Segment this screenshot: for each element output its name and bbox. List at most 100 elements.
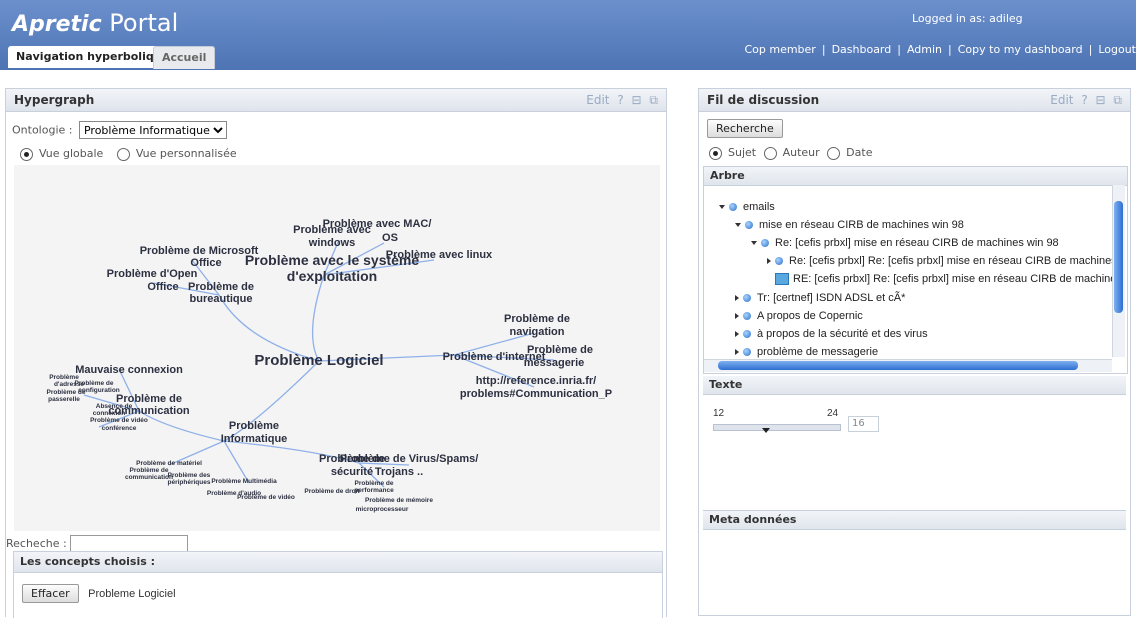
small-node-6[interactable]: passerelle (48, 396, 80, 403)
font-size-slider[interactable] (713, 424, 841, 433)
tree-item[interactable]: problème de messagerie (735, 344, 878, 360)
small-node-11[interactable]: Problème de matériel (136, 460, 202, 467)
link-cop-member[interactable]: Cop member (744, 43, 815, 56)
tab-navigation-hyperbolique[interactable]: Navigation hyperbolique (8, 46, 178, 68)
small-node-23[interactable]: microprocesseur (356, 506, 409, 513)
tree-item[interactable]: Re: [cefis prbxl] Re: [cefis prbxl] mise… (767, 253, 1114, 269)
ontology-row: Ontologie : Problème Informatique (12, 121, 227, 139)
node-navigation-line1[interactable]: Problème de (504, 313, 570, 325)
tree-item[interactable]: Tr: [certnef] ISDN ADSL et cÃ* (735, 290, 905, 306)
link-logout[interactable]: Logout (1098, 43, 1136, 56)
maximize-icon[interactable]: ⧉ (1113, 93, 1122, 107)
node-navigation-line2[interactable]: navigation (509, 326, 564, 338)
small-node-8[interactable]: connexion (93, 410, 126, 417)
small-node-14[interactable]: Problème des (168, 472, 211, 479)
edit-link[interactable]: Edit (586, 93, 609, 107)
node-mauvaise[interactable]: Mauvaise connexion (75, 364, 183, 376)
discussion-title: Fil de discussion (707, 93, 820, 107)
hypergraph-title: Hypergraph (14, 93, 95, 107)
small-node-3[interactable]: Problème de (74, 380, 113, 387)
small-node-5[interactable]: Problème de (46, 389, 85, 396)
node-url-line2[interactable]: problems#Communication_P (460, 388, 612, 400)
node-center[interactable]: Problème Logiciel (254, 352, 383, 369)
hypergraph-header: Hypergraph Edit ? ⊟ ⧉ (6, 89, 666, 112)
node-virus-line1[interactable]: Problème de Virus/Spams/ (340, 453, 479, 465)
small-node-16[interactable]: Problème Multimédia (211, 478, 277, 485)
search-label: Recheche : (6, 537, 67, 550)
node-icon (775, 257, 783, 266)
small-node-18[interactable]: Problème de vidéo (237, 494, 295, 501)
radio-date[interactable] (827, 146, 841, 160)
small-node-7[interactable]: Absence de (96, 403, 133, 410)
link-admin[interactable]: Admin (907, 43, 942, 56)
minimize-icon[interactable]: ⊟ (632, 93, 642, 107)
tree-horizontal-scrollbar[interactable] (704, 359, 1112, 372)
search-button[interactable]: Recherche (707, 119, 783, 138)
hyperbolic-graph[interactable]: Problème Logiciel Problème avec le systè… (14, 165, 660, 531)
clear-button[interactable]: Effacer (22, 584, 79, 603)
node-informatique-line1[interactable]: Problème (229, 420, 279, 432)
radio-global-view[interactable] (20, 147, 33, 161)
radio-auteur-label: Auteur (782, 146, 820, 159)
small-node-13[interactable]: communication (125, 474, 173, 481)
thread-tree[interactable]: emails mise en réseau CIRB de machines w… (703, 199, 1114, 371)
tree-item[interactable]: à propos de la sécurité et des virus (735, 326, 928, 342)
tree-vertical-scrollbar[interactable] (1112, 185, 1125, 357)
radio-sujet[interactable] (709, 146, 722, 160)
small-node-10[interactable]: conférence (102, 425, 137, 432)
edit-link[interactable]: Edit (1050, 93, 1073, 107)
link-dashboard[interactable]: Dashboard (832, 43, 892, 56)
node-messagerie-line1[interactable]: Problème de (527, 344, 593, 356)
tree-item[interactable]: Re: [cefis prbxl] mise en réseau CIRB de… (751, 235, 1059, 251)
node-icon (743, 294, 751, 303)
node-virus-line2[interactable]: Trojans .. (375, 466, 423, 478)
node-bureautique-line1[interactable]: Problème de (188, 281, 254, 293)
node-securite-line2[interactable]: sécurité (331, 466, 373, 478)
node-bureautique-line2[interactable]: bureautique (190, 293, 253, 305)
node-mac-line2[interactable]: OS (382, 232, 398, 244)
tree-item[interactable]: mise en réseau CIRB de machines win 98 (735, 217, 964, 233)
node-microsoft-line1[interactable]: Problème de Microsoft (140, 245, 259, 257)
node-url-line1[interactable]: http://reference.inria.fr/ (476, 375, 596, 387)
maximize-icon[interactable]: ⧉ (649, 93, 658, 107)
small-node-15[interactable]: périphériques (168, 479, 211, 486)
logo-brand: Apretic (12, 12, 102, 37)
tab-accueil[interactable]: Accueil (153, 46, 216, 69)
node-windows-line2[interactable]: windows (308, 237, 355, 249)
font-size-value[interactable]: 16 (848, 416, 879, 432)
small-node-9[interactable]: Problème de vidéo (90, 417, 148, 424)
ontology-select[interactable]: Problème Informatique (78, 121, 227, 139)
node-icon (729, 203, 737, 212)
small-node-20[interactable]: Problème de (354, 480, 393, 487)
node-messagerie-line2[interactable]: messagerie (524, 357, 585, 369)
chosen-concept: Probleme Logiciel (88, 588, 176, 600)
node-informatique-line2[interactable]: Informatique (221, 433, 288, 445)
small-node-19[interactable]: Problème de droit (304, 488, 360, 495)
view-radio-row: Vue globale Vue personnalisée (20, 147, 237, 161)
node-linux[interactable]: Problème avec linux (386, 249, 493, 261)
tree-hscroll-thumb[interactable] (718, 361, 1078, 370)
small-node-12[interactable]: Problème de (129, 467, 168, 474)
slider-handle[interactable] (762, 428, 770, 433)
node-os-line2[interactable]: d'exploitation (287, 268, 377, 284)
small-node-22[interactable]: Problème de mémoire (365, 497, 433, 504)
radio-auteur[interactable] (763, 146, 777, 160)
logo-product: Portal (109, 9, 179, 37)
help-icon[interactable]: ? (1081, 93, 1087, 107)
help-icon[interactable]: ? (617, 93, 623, 107)
tree-vscroll-thumb[interactable] (1114, 201, 1123, 313)
tree-item[interactable]: emails (719, 199, 775, 215)
node-openoffice-line1[interactable]: Problème d'Open (107, 268, 198, 280)
link-copy-dashboard[interactable]: Copy to my dashboard (958, 43, 1083, 56)
tree-item[interactable]: RE: [cefis prbxl] Re: [cefis prbxl] mise… (775, 271, 1114, 287)
tree-item[interactable]: A propos de Copernic (735, 308, 863, 324)
top-banner: Apretic Portal Logged in as: adileg Cop … (0, 0, 1136, 70)
minimize-icon[interactable]: ⊟ (1096, 93, 1106, 107)
small-node-21[interactable]: performance (354, 487, 394, 494)
node-mac-line1[interactable]: Problème avec MAC/ (323, 218, 432, 230)
radio-personal-view[interactable] (116, 147, 130, 161)
radio-sujet-label: Sujet (728, 146, 757, 159)
app-logo[interactable]: Apretic Portal (12, 9, 178, 37)
node-openoffice-line2[interactable]: Office (147, 281, 178, 293)
node-icon (743, 312, 751, 321)
